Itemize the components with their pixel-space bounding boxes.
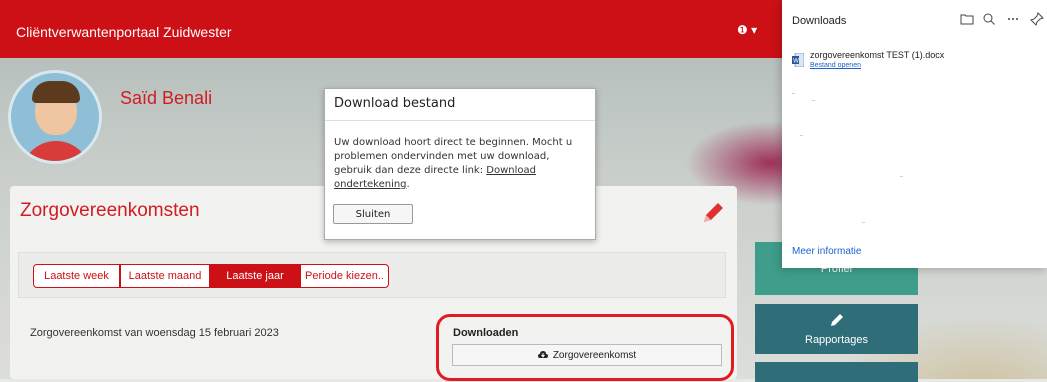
pin-icon[interactable] (1030, 12, 1044, 26)
info-menu-dropdown[interactable]: ❶ ▾ (737, 23, 757, 37)
download-agreement-label: Zorgovereenkomst (552, 349, 637, 361)
avatar (8, 70, 102, 164)
pencil-icon (830, 314, 843, 326)
folder-icon[interactable] (960, 12, 974, 26)
download-dialog: Download bestand Uw download hoort direc… (324, 88, 596, 240)
dialog-body: Uw download hoort direct te beginnen. Mo… (334, 136, 589, 192)
dialog-message-end: . (406, 179, 410, 190)
downloads-panel-title: Downloads (792, 15, 847, 27)
tab-last-week[interactable]: Laatste week (33, 264, 120, 288)
search-icon[interactable] (982, 12, 996, 26)
more-info-link[interactable]: Meer informatie (792, 246, 861, 257)
more-icon[interactable] (1006, 12, 1020, 26)
client-name: Saïd Benali (120, 88, 213, 108)
avatar-body (21, 141, 91, 161)
pencil-icon[interactable] (700, 200, 726, 226)
tab-last-month[interactable]: Laatste maand (120, 264, 210, 288)
open-file-link[interactable]: Bestand openen (810, 62, 861, 69)
agreements-title: Zorgovereenkomsten (20, 200, 200, 221)
faded-entry (900, 176, 903, 177)
faded-entry (812, 100, 815, 101)
reports-tile[interactable]: Rapportages (755, 304, 918, 354)
svg-text:W: W (793, 58, 799, 65)
download-agreement-button[interactable]: Zorgovereenkomst (452, 344, 722, 366)
tab-last-year[interactable]: Laatste jaar (210, 264, 300, 288)
word-file-icon: W (792, 53, 804, 67)
reports-tile-label: Rapportages (805, 334, 868, 346)
faded-entry (862, 222, 865, 223)
dialog-message: Uw download hoort direct te beginnen. Mo… (334, 137, 573, 176)
cloud-download-icon (537, 351, 548, 358)
faded-entry (800, 135, 803, 136)
app-title[interactable]: Cliëntverwantenportaal Zuidwester (16, 24, 232, 40)
close-button[interactable]: Sluiten (333, 204, 413, 224)
agreement-row-label: Zorgovereenkomst van woensdag 15 februar… (30, 327, 279, 339)
dialog-title: Download bestand (334, 96, 456, 111)
downloads-label: Downloaden (453, 327, 519, 339)
avatar-hair (32, 81, 80, 103)
extra-tile[interactable] (755, 362, 918, 382)
faded-entry (792, 93, 795, 94)
browser-downloads-panel: Downloads W zorgovereenkomst TEST (1).do… (782, 0, 1047, 268)
tab-choose-period[interactable]: Periode kiezen.. (300, 264, 389, 288)
dialog-header: Download bestand (325, 89, 595, 121)
downloaded-file-name[interactable]: zorgovereenkomst TEST (1).docx (810, 50, 944, 60)
